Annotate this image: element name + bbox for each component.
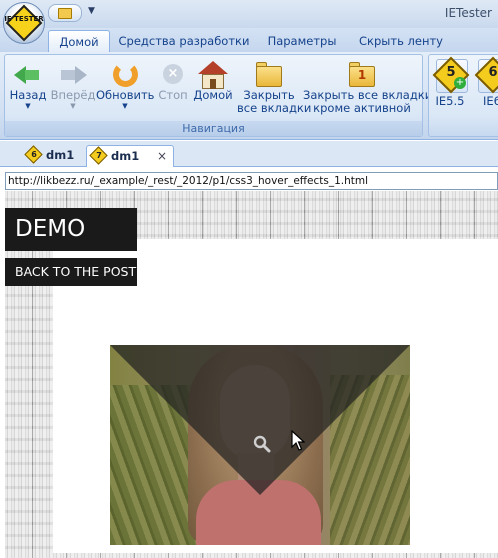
tab-home[interactable]: Домой [48, 30, 110, 52]
home-label: Домой [193, 88, 233, 102]
back-arrow-icon [12, 59, 44, 89]
navigation-group-label: Навигация [5, 121, 422, 136]
ietester-logo-icon [5, 4, 43, 42]
close-tab-icon[interactable]: × [157, 146, 167, 166]
ribbon-tab-bar: Домой Средства разработки Параметры Скры… [0, 28, 498, 52]
customize-toolbar-arrow-icon[interactable]: ▼ [88, 6, 95, 16]
document-tab-strip: 6 dm1 7 dm1 × [0, 141, 498, 167]
folder-one-number: 1 [357, 68, 367, 82]
close-other-tabs-button[interactable]: 1 Закрыть все вкладки, кроме активной [303, 59, 436, 115]
refresh-icon [109, 59, 141, 89]
tab-settings[interactable]: Параметры [262, 30, 342, 52]
back-button[interactable]: Назад ▼ [8, 59, 48, 110]
back-to-post-link[interactable]: BACK TO THE POST [5, 258, 137, 286]
tab-hide-ribbon[interactable]: Скрыть ленту [356, 30, 446, 52]
refresh-button[interactable]: Обновить ▼ [96, 59, 154, 110]
doc-tab-ie7[interactable]: 7 dm1 × [86, 145, 174, 167]
home-button[interactable]: Домой [193, 59, 233, 102]
forward-button[interactable]: Вперёд ▼ [50, 59, 96, 110]
stop-icon: × [157, 59, 189, 89]
cursor-icon [291, 430, 305, 451]
logo-text: IE TESTER [4, 15, 44, 23]
ie55-icon: 5 + [432, 56, 470, 94]
ie6-badge-number: 6 [488, 65, 498, 80]
close-others-label-2: кроме активной [313, 101, 411, 115]
app-title: IETester [444, 6, 492, 20]
ie6-tab-version: 6 [31, 150, 37, 159]
folder-icon [253, 59, 285, 89]
app-menu-button[interactable]: IE TESTER [3, 2, 45, 44]
ie6-label: IE6 [483, 94, 498, 108]
refresh-dropdown-icon[interactable]: ▼ [96, 102, 154, 110]
title-bar: ▼ IETester [0, 0, 498, 28]
doc-tab-ie6[interactable]: 6 dm1 [22, 145, 78, 167]
stop-label: Стоп [158, 88, 188, 102]
ie55-button[interactable]: 5 + IE5.5 [432, 56, 470, 108]
ribbon: Назад ▼ Вперёд ▼ Обновить ▼ × Стоп Домой… [0, 52, 498, 140]
forward-dropdown-icon[interactable]: ▼ [50, 102, 96, 110]
refresh-label: Обновить [96, 88, 155, 102]
doc-tab-label: dm1 [111, 149, 140, 163]
navigation-group: Назад ▼ Вперёд ▼ Обновить ▼ × Стоп Домой… [4, 54, 436, 137]
magnify-icon[interactable] [253, 435, 271, 453]
stop-button[interactable]: × Стоп [157, 59, 189, 102]
ie7-tab-version: 7 [96, 151, 102, 160]
close-all-label-2: все вкладки [237, 101, 312, 115]
open-folder-icon[interactable] [58, 8, 72, 19]
folder-one-icon: 1 [346, 59, 378, 89]
home-icon [197, 59, 229, 89]
ie6-button[interactable]: 6 IE6 [474, 56, 498, 108]
forward-arrow-icon [57, 59, 89, 89]
quick-access-toolbar[interactable] [48, 4, 82, 22]
ie6-icon: 6 [474, 56, 498, 94]
address-input[interactable]: http://likbezz.ru/_example/_rest/_2012/p… [5, 172, 498, 190]
forward-label: Вперёд [50, 88, 96, 102]
hover-image[interactable] [110, 345, 410, 545]
ie55-label: IE5.5 [435, 94, 465, 108]
doc-tab-label: dm1 [46, 148, 75, 162]
back-dropdown-icon[interactable]: ▼ [8, 102, 48, 110]
versions-group: 5 + IE5.5 6 IE6 [428, 54, 498, 137]
demo-title: DEMO [5, 208, 137, 251]
back-label: Назад [9, 88, 47, 102]
tab-dev-tools[interactable]: Средства разработки [118, 30, 250, 52]
page-content [53, 239, 498, 553]
close-all-tabs-button[interactable]: Закрыть все вкладки [237, 59, 312, 115]
